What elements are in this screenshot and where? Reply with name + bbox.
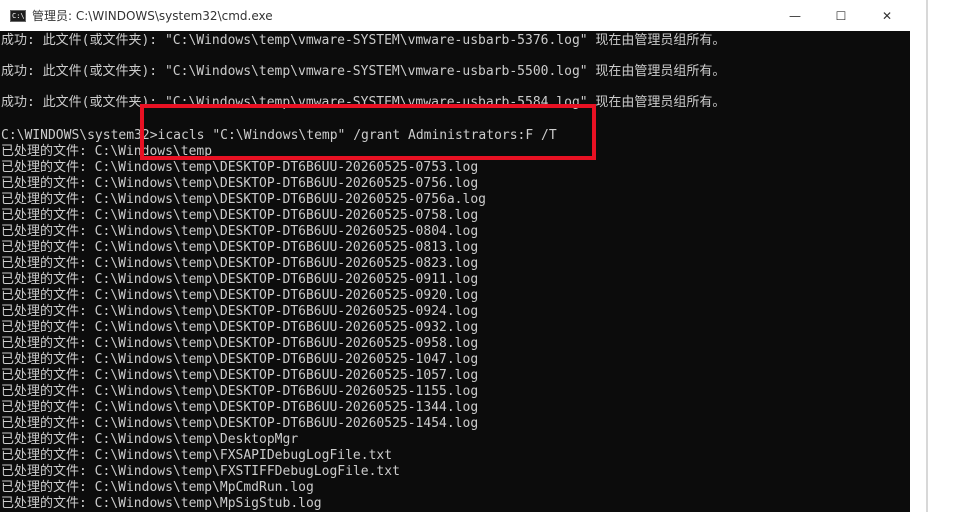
processed-file-line: 已处理的文件: C:\Windows\temp\DESKTOP-DT6B6UU-…	[1, 320, 479, 335]
processed-file-line: 已处理的文件: C:\Windows\temp\DESKTOP-DT6B6UU-…	[1, 160, 479, 175]
processed-file-line: 已处理的文件: C:\Windows\temp\DESKTOP-DT6B6UU-…	[1, 288, 479, 303]
success-line: 成功: 此文件(或文件夹): "C:\Windows\temp\vmware-S…	[1, 64, 726, 79]
processed-file-line: 已处理的文件: C:\Windows\temp\DESKTOP-DT6B6UU-…	[1, 224, 479, 239]
processed-file-line: 已处理的文件: C:\Windows\temp\DESKTOP-DT6B6UU-…	[1, 208, 479, 223]
processed-file-line: 已处理的文件: C:\Windows\temp\DESKTOP-DT6B6UU-…	[1, 272, 479, 287]
processed-file-line: 已处理的文件: C:\Windows\temp\FXSTIFFDebugLogF…	[1, 464, 400, 479]
close-button[interactable]: ✕	[864, 0, 910, 31]
processed-file-line: 已处理的文件: C:\Windows\temp\FXSAPIDebugLogFi…	[1, 448, 393, 463]
processed-file-line: 已处理的文件: C:\Windows\temp\DESKTOP-DT6B6UU-…	[1, 384, 479, 399]
processed-file-line: 已处理的文件: C:\Windows\temp\MpCmdRun.log	[1, 480, 314, 495]
window-title: 管理员: C:\WINDOWS\system32\cmd.exe	[32, 9, 273, 23]
processed-file-line: 已处理的文件: C:\Windows\temp\DESKTOP-DT6B6UU-…	[1, 256, 479, 271]
processed-file-line: 已处理的文件: C:\Windows\temp\DESKTOP-DT6B6UU-…	[1, 400, 479, 415]
processed-file-line: 已处理的文件: C:\Windows\temp\DESKTOP-DT6B6UU-…	[1, 240, 479, 255]
processed-file-line: 已处理的文件: C:\Windows\temp\DESKTOP-DT6B6UU-…	[1, 176, 479, 191]
processed-file-line: 已处理的文件: C:\Windows\temp\MpSigStub.log	[1, 496, 322, 511]
maximize-button[interactable]: ☐	[818, 0, 864, 31]
processed-file-line: 已处理的文件: C:\Windows\temp\DESKTOP-DT6B6UU-…	[1, 352, 479, 367]
minimize-button[interactable]: —	[772, 0, 818, 31]
vertical-scrollbar[interactable]	[926, 0, 928, 512]
processed-file-line: 已处理的文件: C:\Windows\temp\DESKTOP-DT6B6UU-…	[1, 304, 479, 319]
cmd-icon: C:\	[10, 9, 26, 22]
processed-file-line: 已处理的文件: C:\Windows\temp\DesktopMgr	[1, 432, 299, 447]
success-line: 成功: 此文件(或文件夹): "C:\Windows\temp\vmware-S…	[1, 33, 726, 48]
processed-file-line: 已处理的文件: C:\Windows\temp\DESKTOP-DT6B6UU-…	[1, 416, 479, 431]
cmd-window: C:\ 管理员: C:\WINDOWS\system32\cmd.exe — ☐…	[0, 0, 910, 512]
window-controls: — ☐ ✕	[772, 0, 910, 31]
right-panel	[910, 0, 979, 512]
processed-file-line: 已处理的文件: C:\Windows\temp\DESKTOP-DT6B6UU-…	[1, 368, 479, 383]
processed-file-line: 已处理的文件: C:\Windows\temp\DESKTOP-DT6B6UU-…	[1, 336, 479, 351]
highlight-box	[140, 104, 596, 160]
processed-file-line: 已处理的文件: C:\Windows\temp\DESKTOP-DT6B6UU-…	[1, 192, 486, 207]
title-bar[interactable]: C:\ 管理员: C:\WINDOWS\system32\cmd.exe — ☐…	[0, 0, 910, 31]
